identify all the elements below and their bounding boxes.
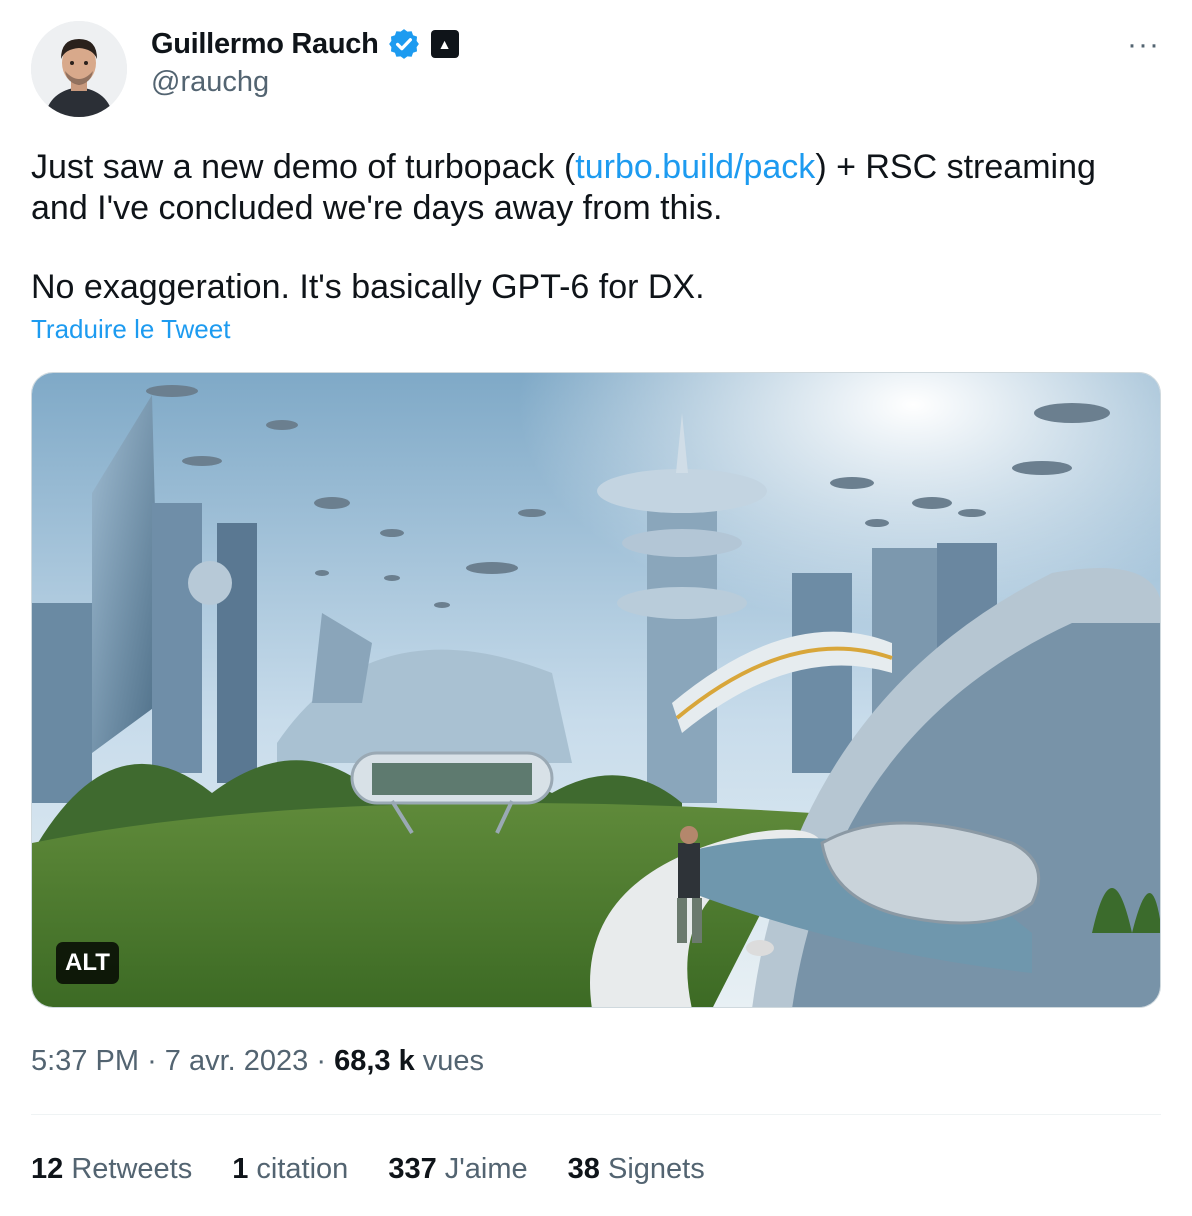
author-avatar[interactable]: [31, 21, 127, 117]
tweet-text-pre: Just saw a new demo of turbopack (: [31, 148, 576, 186]
stat-count: 337: [388, 1153, 437, 1185]
author-block: Guillermo Rauch ▲ @rauchg: [151, 24, 459, 99]
stat-retweets[interactable]: 12 Retweets: [31, 1153, 192, 1186]
stat-likes[interactable]: 337 J'aime: [388, 1153, 527, 1186]
stat-label: Signets: [608, 1153, 705, 1185]
stat-count: 12: [31, 1153, 64, 1185]
author-name-row: Guillermo Rauch ▲: [151, 24, 459, 64]
tweet-link[interactable]: turbo.build/pack: [575, 148, 815, 186]
meta-separator: ·: [147, 1045, 157, 1077]
translate-link[interactable]: Traduire le Tweet: [31, 314, 230, 345]
more-options-icon[interactable]: ···: [1127, 30, 1160, 60]
stat-label: citation: [256, 1153, 349, 1185]
stat-label: Retweets: [71, 1153, 193, 1185]
stat-quotes[interactable]: 1 citation: [232, 1153, 348, 1186]
alt-text-button[interactable]: ALT: [56, 942, 119, 984]
tweet-text: Just saw a new demo of turbopack (turbo.…: [31, 147, 1161, 308]
tweet-paragraph-2: No exaggeration. It's basically GPT-6 fo…: [31, 268, 705, 306]
engagement-stats: 12 Retweets 1 citation 337 J'aime 38 Sig…: [31, 1153, 745, 1186]
tweet-image[interactable]: ALT: [31, 372, 1161, 1008]
stat-count: 38: [567, 1153, 600, 1185]
views-label: vues: [422, 1045, 485, 1077]
tweet-time[interactable]: 5:37 PM: [31, 1045, 139, 1077]
verified-badge-icon[interactable]: [387, 27, 421, 61]
meta-separator: ·: [316, 1045, 327, 1077]
author-name[interactable]: Guillermo Rauch: [151, 28, 379, 61]
stat-count: 1: [232, 1153, 249, 1185]
tweet-meta: 5:37 PM · 7 avr. 2023 · 68,3 k vues: [31, 1045, 484, 1078]
tweet-date[interactable]: 7 avr. 2023: [165, 1045, 309, 1077]
triangle-logo-icon[interactable]: ▲: [430, 30, 459, 58]
views-count: 68,3 k: [334, 1045, 415, 1077]
stat-bookmarks[interactable]: 38 Signets: [568, 1153, 705, 1186]
author-handle[interactable]: @rauchg: [151, 66, 459, 99]
divider: [31, 1114, 1161, 1115]
tweet-paragraph-1: Just saw a new demo of turbopack (turbo.…: [31, 147, 1161, 229]
stat-label: J'aime: [444, 1153, 528, 1185]
